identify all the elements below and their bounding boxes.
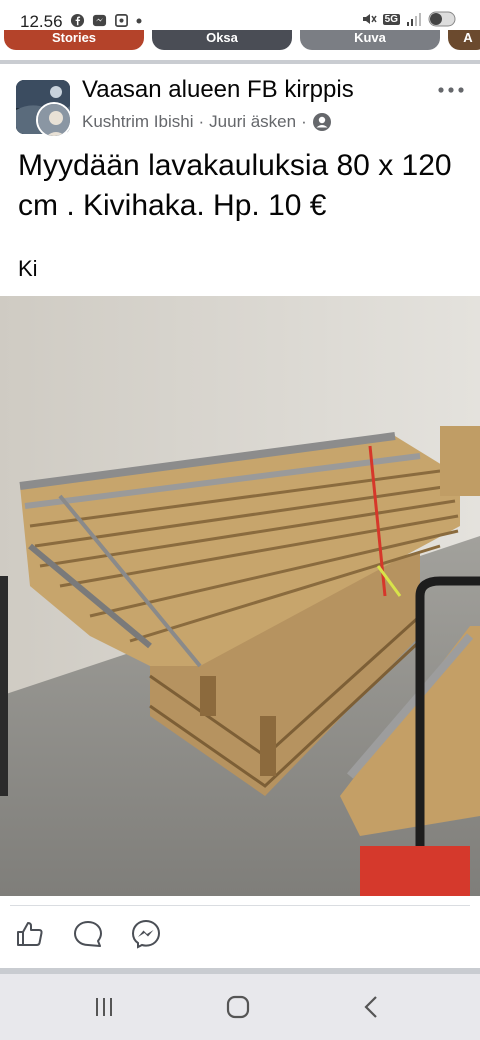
thumbs-up-icon[interactable]	[14, 918, 46, 950]
story-label: Kuva	[354, 30, 386, 45]
notification-icons	[70, 13, 142, 28]
post-meta: Kushtrim Ibishi · Juuri äsken ·	[82, 112, 332, 132]
story-label: Oksa	[206, 30, 238, 45]
post-body: Ki	[18, 256, 38, 281]
back-chevron-icon	[364, 996, 377, 1018]
messenger-icon[interactable]	[130, 918, 162, 950]
actions-divider	[10, 905, 470, 906]
meta-separator: ·	[198, 112, 205, 131]
more-dots-icon[interactable]	[436, 80, 466, 100]
story-card[interactable]: A	[448, 30, 480, 50]
comment-icon[interactable]	[72, 918, 104, 950]
author-avatar[interactable]	[36, 102, 72, 138]
home-button[interactable]	[218, 992, 258, 1022]
messenger-notification-icon	[92, 14, 107, 27]
battery-icon	[428, 11, 456, 27]
story-label: Stories	[51, 30, 97, 45]
group-name-link[interactable]: Vaasan alueen FB kirppis	[82, 76, 354, 104]
facebook-notification-icon	[70, 13, 85, 28]
author-name-link[interactable]: Kushtrim Ibishi	[82, 112, 193, 132]
mute-icon	[362, 14, 377, 24]
story-card[interactable]: Oksa	[152, 30, 292, 50]
members-icon	[312, 113, 331, 131]
more-notifications-dot-icon	[136, 18, 142, 23]
home-icon	[226, 995, 250, 1019]
story-card[interactable]: Stories	[4, 30, 144, 50]
background-object	[0, 576, 8, 796]
post-time[interactable]: Juuri äsken	[209, 112, 296, 132]
signal-icon	[407, 13, 421, 26]
screenshot-notification-icon	[115, 14, 128, 27]
meta-separator: ·	[301, 112, 307, 131]
recent-apps-icon	[96, 998, 112, 1016]
stories-strip: Stories Oksa Kuva A	[0, 30, 480, 52]
story-card[interactable]: Kuva	[300, 30, 440, 50]
pallet-collars-photo	[0, 296, 480, 896]
post-photo[interactable]	[0, 296, 480, 896]
story-label: A	[463, 30, 473, 45]
author-photo-image	[38, 104, 70, 136]
system-status-icons: 5G	[361, 11, 456, 27]
feed-divider	[0, 60, 480, 64]
post-title: Myydään lavakauluksia 80 x 120 cm . Kivi…	[18, 149, 452, 222]
background-pallet	[440, 426, 480, 496]
recent-apps-button[interactable]	[84, 992, 124, 1022]
network-type-badge: 5G	[382, 13, 400, 25]
status-time: 12.56	[20, 12, 63, 31]
android-navigation-bar	[0, 974, 480, 1040]
back-button[interactable]	[352, 992, 392, 1022]
